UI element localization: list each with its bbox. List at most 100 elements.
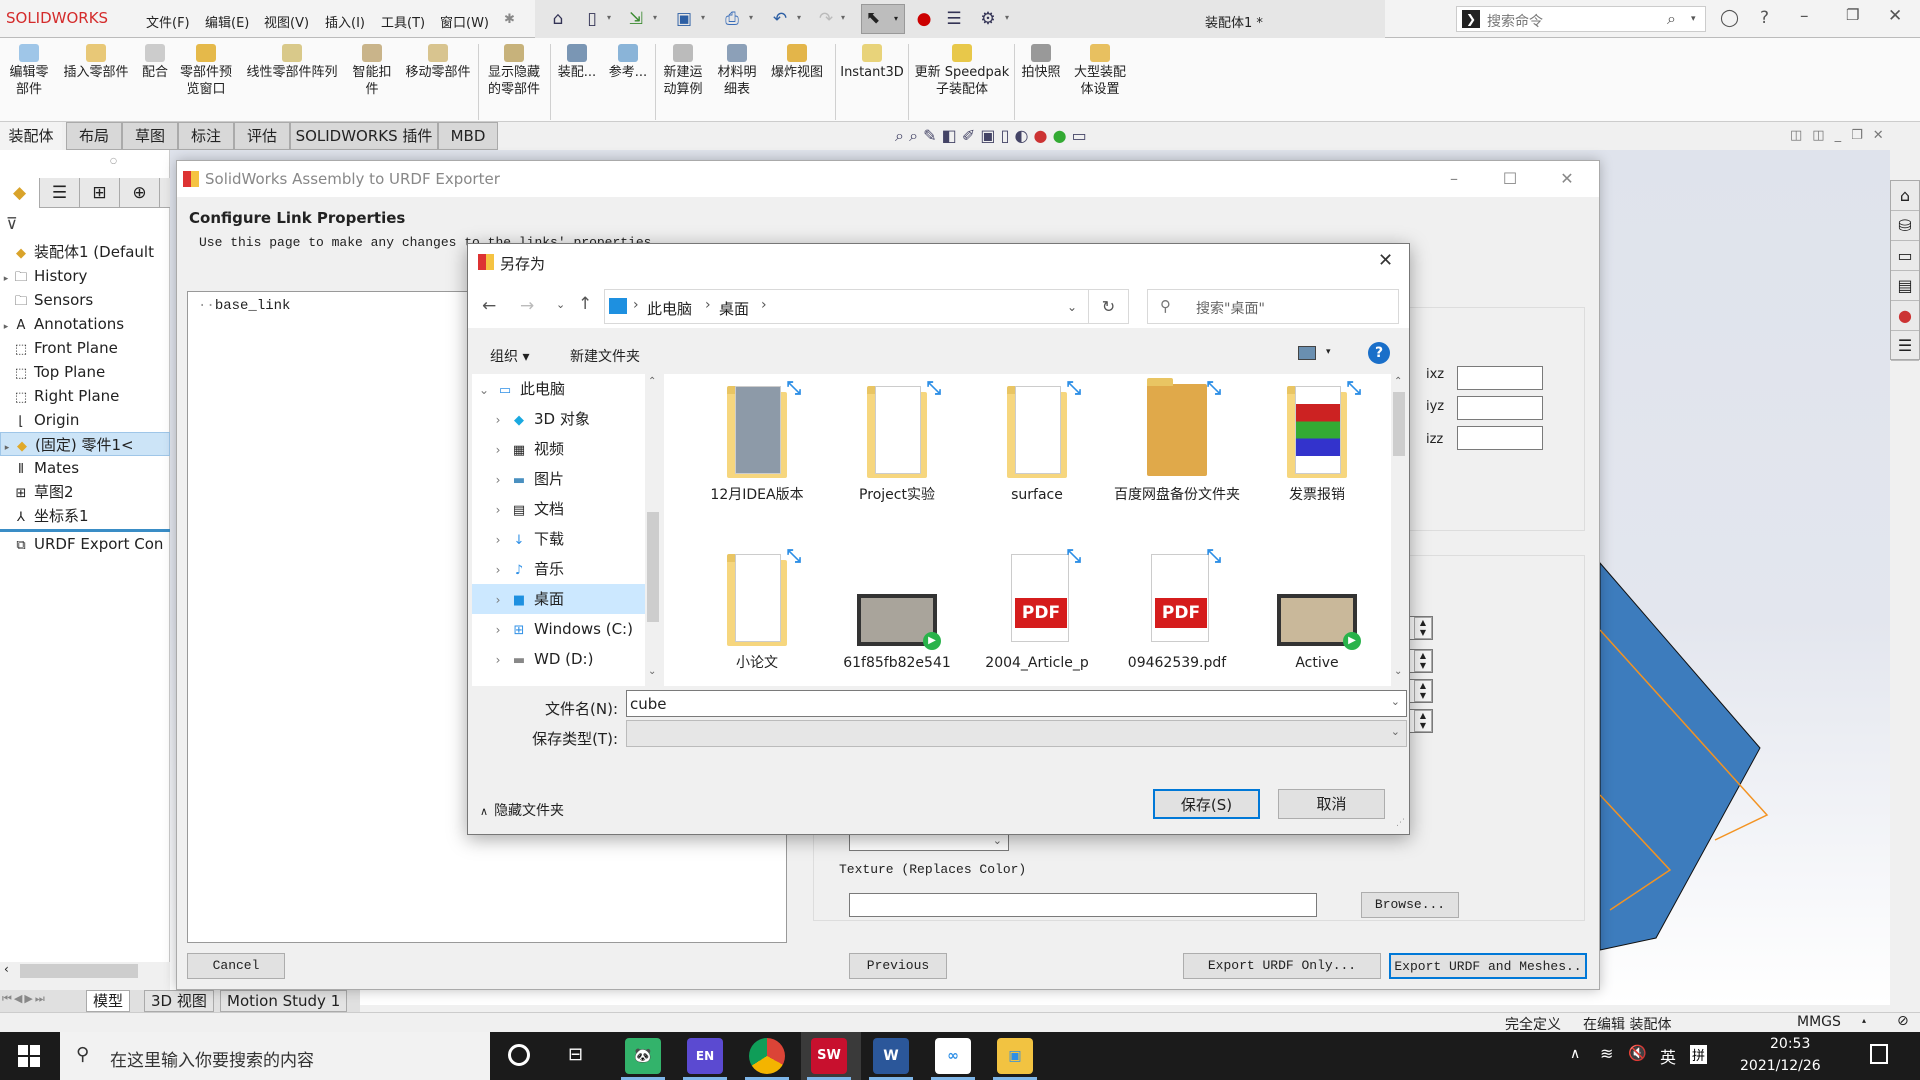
appearances-icon[interactable]: ● [1891, 301, 1919, 331]
display-style-icon[interactable]: ▯ [1001, 126, 1010, 145]
help-icon[interactable]: ? [1760, 8, 1769, 28]
expand-icon[interactable]: ▸ [0, 267, 12, 288]
expand-icon[interactable]: › [486, 585, 510, 615]
smart-fasteners-button[interactable]: 智能扣 件 [348, 44, 396, 98]
chevron-down-icon[interactable]: ▾ [1005, 13, 1009, 22]
customize-status-icon[interactable]: ⊘ [1897, 1013, 1909, 1029]
file-item-folder[interactable]: ⤡ 发票报销 [1252, 378, 1382, 532]
file-item-folder[interactable]: ⤡ surface [972, 378, 1102, 532]
nav-item-drive-c[interactable]: › ⊞ Windows (C:) [472, 614, 645, 644]
file-item-video[interactable]: ▶ 61f85fb82e541 [832, 550, 962, 686]
expand-icon[interactable]: › [486, 495, 510, 525]
tree-item-part1[interactable]: ▸ ◆ (固定) 零件1< [0, 432, 170, 456]
feature-tree-tab-icon[interactable]: ◆ [0, 178, 40, 208]
expand-icon[interactable]: ⌄ [472, 375, 496, 405]
tab-model[interactable]: 模型 [86, 990, 131, 1012]
chevron-down-icon[interactable]: ⌄ [1391, 725, 1400, 738]
chevron-down-icon[interactable]: ▾ [607, 13, 611, 22]
close-icon[interactable]: ✕ [1378, 250, 1393, 271]
chevron-down-icon[interactable]: ▾ [841, 13, 845, 22]
nav-item-documents[interactable]: › ▤ 文档 [472, 494, 645, 524]
rebuild-traffic-light-icon[interactable]: ● [913, 8, 935, 30]
previous-button[interactable]: Previous [849, 953, 947, 979]
volume-muted-icon[interactable]: 🔇 [1628, 1044, 1647, 1062]
breadcrumb-desktop[interactable]: 桌面 [719, 298, 749, 319]
reference-geometry-button[interactable]: 参考... [606, 44, 650, 81]
print-icon[interactable]: ⎙ [721, 8, 743, 30]
chevron-down-icon[interactable]: ▾ [1326, 347, 1331, 357]
file-item-pdf[interactable]: PDF ⤡ 2004_Article_p [972, 546, 1102, 686]
spinner-arrows-icon[interactable]: ▲ ▼ [1414, 650, 1432, 672]
tab-evaluate[interactable]: 评估 [234, 122, 290, 150]
options-gear-icon[interactable]: ⚙ [977, 8, 999, 30]
tree-item-top-plane[interactable]: ⬚ Top Plane [0, 360, 170, 384]
ixz-field[interactable] [1457, 366, 1543, 390]
maximize-icon[interactable]: ☐ [1495, 169, 1525, 188]
tab-motion-study-1[interactable]: Motion Study 1 [220, 990, 348, 1012]
refresh-icon[interactable]: ↻ [1089, 289, 1129, 324]
address-bar[interactable]: › 此电脑 › 桌面 › ⌄ [604, 289, 1089, 324]
cancel-button[interactable]: 取消 [1278, 789, 1385, 819]
tree-item-mates[interactable]: ⫴ Mates [0, 456, 170, 480]
chevron-down-icon[interactable]: ▾ [797, 13, 801, 22]
task-view-icon[interactable]: ⊟ [568, 1044, 583, 1065]
insert-component-button[interactable]: 插入零部件 [60, 44, 132, 81]
section-view-icon[interactable]: ◧ [942, 126, 957, 145]
scroll-up-icon[interactable]: ⌃ [1394, 376, 1402, 387]
breadcrumb-this-pc[interactable]: 此电脑 [647, 298, 692, 319]
open-icon[interactable]: ⇲ [625, 8, 647, 30]
tab-mbd[interactable]: MBD [438, 122, 498, 150]
nav-item-downloads[interactable]: › ↓ 下载 [472, 524, 645, 554]
instant3d-button[interactable]: Instant3D [840, 44, 904, 81]
nav-item-desktop[interactable]: › ■ 桌面 [472, 584, 645, 614]
file-item-folder[interactable]: ⤡ 12月IDEA版本 [692, 378, 822, 532]
save-button[interactable]: 保存(S) [1153, 789, 1260, 819]
horizontal-scrollbar[interactable]: ‹ [0, 962, 170, 980]
save-icon[interactable]: ▣ [673, 8, 695, 30]
take-snapshot-button[interactable]: 拍快照 [1018, 44, 1064, 81]
tree-item-origin[interactable]: ⌊ Origin [0, 408, 170, 432]
menu-edit[interactable]: 编辑(E) [205, 12, 249, 31]
design-library-icon[interactable]: ⛁ [1891, 211, 1919, 241]
search-commands-input[interactable]: ❯ 搜索命令 ⌕ ▾ [1456, 6, 1706, 32]
large-assembly-settings-button[interactable]: 大型装配 体设置 [1068, 44, 1132, 98]
clock-date[interactable]: 2021/12/26 [1740, 1058, 1821, 1074]
menu-insert[interactable]: 插入(I) [325, 12, 365, 31]
browse-button[interactable]: Browse... [1361, 892, 1459, 918]
scroll-up-icon[interactable]: ⌃ [648, 376, 656, 387]
nav-item-drive-d[interactable]: › ▬ WD (D:) [472, 644, 645, 674]
expand-icon[interactable]: ▸ [1, 436, 13, 455]
nav-item-3d-objects[interactable]: › ◆ 3D 对象 [472, 404, 645, 434]
expand-icon[interactable]: › [486, 525, 510, 555]
user-account-icon[interactable]: ◯ [1720, 8, 1739, 28]
tree-item-assembly[interactable]: ◆ 装配体1 (Default [0, 240, 170, 264]
previous-view-icon[interactable]: ✎ [923, 126, 936, 145]
tree-item-annotations[interactable]: ▸ A Annotations [0, 312, 170, 336]
nav-item-pictures[interactable]: › ▬ 图片 [472, 464, 645, 494]
organize-menu[interactable]: 组织 ▾ [490, 346, 529, 366]
expand-icon[interactable]: ▸ [0, 315, 12, 336]
ime-mode-indicator[interactable]: 拼 [1690, 1045, 1708, 1064]
search-icon[interactable]: ⌕ [1667, 9, 1676, 29]
taskbar-search-box[interactable]: ⚲ 在这里输入你要搜索的内容 [60, 1032, 490, 1080]
tab-sketch[interactable]: 草图 [122, 122, 178, 150]
texture-path-field[interactable] [849, 893, 1317, 917]
expand-icon[interactable]: › [486, 435, 510, 465]
file-properties-icon[interactable]: ☰ [943, 8, 965, 30]
edit-appearance-icon[interactable]: ● [1034, 126, 1048, 145]
property-manager-tab-icon[interactable]: ☰ [40, 178, 80, 208]
wifi-icon[interactable]: ≋ [1600, 1044, 1613, 1063]
tab-scroll-arrows[interactable]: ⏮◀▶⏭ [2, 992, 47, 1006]
menu-window[interactable]: 窗口(W) [440, 12, 489, 31]
apply-scene-icon[interactable]: ● [1053, 126, 1067, 145]
spinner-arrows-icon[interactable]: ▲ ▼ [1414, 710, 1432, 732]
units-selector[interactable]: MMGS [1797, 1014, 1841, 1030]
scroll-down-icon[interactable]: ⌄ [648, 666, 656, 677]
minimize-icon[interactable]: – [1800, 6, 1809, 26]
clock-time[interactable]: 20:53 [1770, 1036, 1810, 1052]
show-hidden-components-button[interactable]: 显示隐藏 的零部件 [484, 44, 544, 98]
tree-item-coordinate-system1[interactable]: ⅄ 坐标系1 [0, 504, 170, 528]
bill-of-materials-button[interactable]: 材料明 细表 [714, 44, 760, 98]
zoom-to-area-icon[interactable]: ⌕ [909, 126, 918, 145]
file-list-scrollbar[interactable]: ⌃ ⌄ [1391, 374, 1407, 686]
